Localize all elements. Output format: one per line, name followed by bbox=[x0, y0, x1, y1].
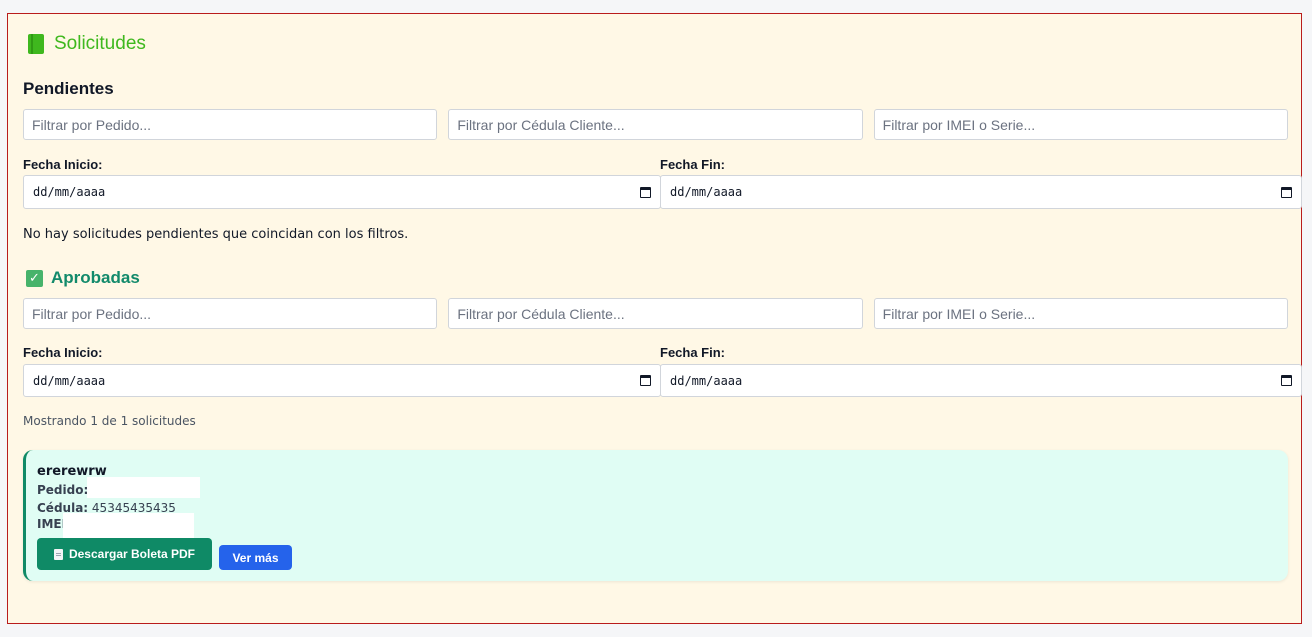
pendientes-heading: Pendientes bbox=[23, 79, 114, 98]
results-count: Mostrando 1 de 1 solicitudes bbox=[23, 414, 196, 428]
date-value: dd/mm/aaaa bbox=[33, 373, 106, 388]
calendar-icon[interactable] bbox=[640, 186, 651, 198]
calendar-icon[interactable] bbox=[1281, 375, 1292, 386]
aprobadas-fecha-inicio-input[interactable]: dd/mm/aaaa bbox=[23, 364, 661, 397]
pendientes-fecha-inicio-label: Fecha Inicio: bbox=[23, 157, 103, 172]
aprobadas-header: ✓ Aprobadas bbox=[26, 268, 140, 288]
redacted-imei bbox=[63, 513, 194, 539]
pendientes-cedula-filter[interactable] bbox=[448, 109, 863, 140]
aprobadas-cedula-filter[interactable] bbox=[448, 298, 863, 329]
calendar-icon[interactable] bbox=[1281, 186, 1292, 198]
ver-mas-button[interactable]: Ver más bbox=[219, 545, 292, 570]
pendientes-pedido-filter[interactable] bbox=[23, 109, 438, 140]
aprobadas-pedido-filter[interactable] bbox=[23, 298, 438, 329]
date-value: dd/mm/aaaa bbox=[33, 185, 106, 199]
book-icon bbox=[28, 34, 44, 54]
imei-row: IMEI bbox=[37, 517, 66, 531]
aprobadas-heading: Aprobadas bbox=[51, 268, 140, 287]
pendientes-filter-row bbox=[23, 109, 1288, 140]
calendar-icon[interactable] bbox=[640, 375, 651, 386]
pendientes-imei-filter[interactable] bbox=[873, 109, 1288, 140]
page-header: Solicitudes bbox=[28, 33, 146, 55]
solicitud-card: ererewrw Pedido: Cédula: 45345435435 IME… bbox=[23, 450, 1288, 581]
page-title: Solicitudes bbox=[54, 33, 146, 54]
pendientes-fecha-fin-label: Fecha Fin: bbox=[660, 157, 726, 172]
aprobadas-filter-row bbox=[23, 298, 1288, 329]
pendientes-empty-message: No hay solicitudes pendientes que coinci… bbox=[23, 227, 409, 242]
pedido-label: Pedido: bbox=[37, 483, 89, 497]
pendientes-fecha-inicio-input[interactable]: dd/mm/aaaa bbox=[23, 175, 661, 209]
download-pdf-label: Descargar Boleta PDF bbox=[68, 547, 196, 561]
redacted-pedido bbox=[87, 477, 200, 498]
date-value: dd/mm/aaaa bbox=[670, 373, 743, 388]
aprobadas-fecha-inicio-label: Fecha Inicio: bbox=[23, 345, 103, 360]
aprobadas-imei-filter[interactable] bbox=[873, 298, 1288, 329]
check-box-icon: ✓ bbox=[26, 269, 43, 287]
imei-label: IMEI bbox=[37, 517, 67, 531]
solicitudes-panel: Solicitudes Pendientes Fecha Inicio: Fec… bbox=[7, 13, 1302, 624]
download-pdf-button[interactable]: Descargar Boleta PDF bbox=[37, 538, 212, 570]
date-value: dd/mm/aaaa bbox=[670, 185, 743, 199]
pendientes-fecha-fin-input[interactable]: dd/mm/aaaa bbox=[660, 175, 1302, 209]
pedido-row: Pedido: bbox=[37, 483, 88, 497]
aprobadas-fecha-fin-input[interactable]: dd/mm/aaaa bbox=[660, 364, 1302, 397]
aprobadas-fecha-fin-label: Fecha Fin: bbox=[660, 345, 726, 360]
document-icon bbox=[53, 548, 63, 560]
